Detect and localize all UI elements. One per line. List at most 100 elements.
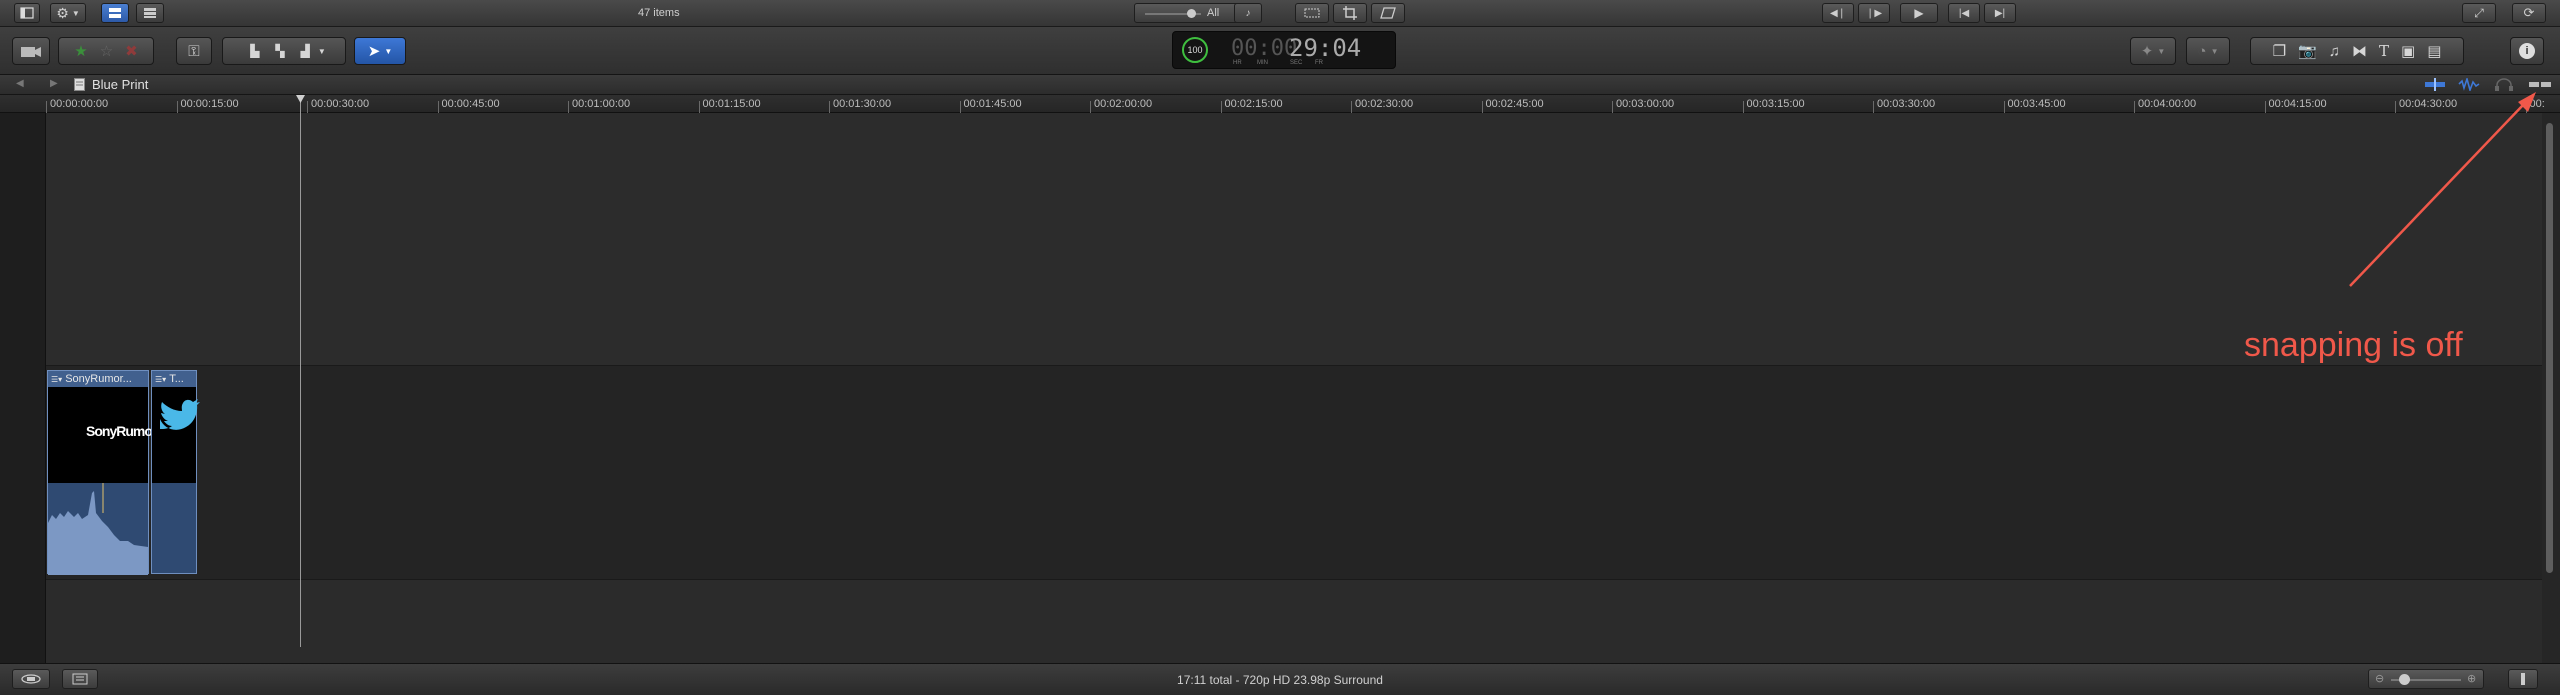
enhancements-button[interactable]: ✦ ▼ — [2130, 37, 2176, 65]
ruler-label: 00:00:15:00 — [180, 98, 239, 110]
fullscreen-button[interactable]: ⤢ — [2462, 3, 2496, 23]
unit-min: MIN — [1257, 60, 1268, 66]
ruler-tick — [1090, 101, 1091, 113]
filmstrip-view-button[interactable] — [136, 3, 164, 23]
favorite-star-icon[interactable]: ★ — [74, 42, 87, 60]
play-icon: ▶ — [1914, 6, 1924, 20]
slider-knob[interactable] — [1187, 9, 1196, 18]
ruler-tick — [698, 101, 700, 113]
ruler-tick — [1351, 101, 1352, 113]
zoom-in-icon[interactable]: ⊕ — [2467, 672, 2476, 685]
ruler-label: 00:00:30:00 — [311, 98, 370, 110]
clip-twitter[interactable]: ☰▾ T... — [151, 370, 200, 574]
clip-sonyrumors[interactable]: ☰▾ SonyRumor... SonyRumo — [47, 370, 153, 575]
back-arrow-icon[interactable]: ◀ — [16, 78, 24, 89]
clip-video-thumbnail: SonyRumo — [48, 387, 153, 483]
photo-camera-icon[interactable]: 📷 — [2298, 42, 2317, 60]
dashboard-timecode[interactable]: 100 00:00 29:04 HR MIN SEC FR — [1172, 31, 1396, 69]
media-browser-buttons[interactable]: ❐ 📷 ♫ ⧓ T ▣ ▤ — [2250, 37, 2464, 65]
ruler-tick — [437, 101, 439, 113]
arrow-pointer-icon: ➤ — [367, 43, 381, 60]
audio-icon: ♪ — [1245, 7, 1251, 19]
skimmer-audio-button[interactable]: ♪ — [1234, 3, 1262, 23]
play-reverse-button[interactable]: ◀❘ — [1822, 3, 1854, 23]
unit-fr: FR — [1315, 60, 1323, 66]
project-name[interactable]: Blue Print — [92, 77, 148, 92]
import-media-button[interactable] — [12, 37, 50, 65]
filmstrip-view-icon — [109, 8, 121, 18]
timeline-left-gutter — [0, 113, 46, 663]
ruler-label: 00:02:15:00 — [1224, 98, 1283, 110]
ruler-tick — [829, 101, 830, 113]
generators-icon[interactable]: ▣ — [2401, 42, 2415, 60]
chevron-down-icon[interactable]: ▼ — [318, 47, 326, 56]
go-to-end-button[interactable]: ▶| — [1984, 3, 2016, 23]
music-note-icon[interactable]: ♫ — [2329, 43, 2340, 60]
insert-clip-icon[interactable]: ▚ — [275, 44, 284, 58]
titles-icon[interactable]: T — [2379, 42, 2389, 60]
clip-appearance-button[interactable] — [2508, 669, 2538, 689]
unit-sec: SEC — [1290, 60, 1303, 66]
zoom-control[interactable]: ⊖ ⊕ — [2368, 669, 2484, 689]
skip-back-icon: |◀ — [1958, 7, 1970, 19]
action-menu-button[interactable]: ⚙ ▼ — [50, 3, 86, 23]
library-toggle-button[interactable] — [14, 3, 40, 23]
ruler-label: 00:03:00:00 — [1616, 98, 1675, 110]
zoom-out-icon[interactable]: ⊖ — [2375, 672, 2384, 685]
ruler-tick — [1220, 101, 1222, 113]
select-tool-button[interactable]: ➤ ▼ — [354, 37, 406, 65]
waveform-graphic — [48, 483, 148, 575]
distort-button[interactable] — [1371, 3, 1405, 23]
project-document-icon — [74, 78, 85, 91]
sidebar-icon — [20, 7, 34, 19]
clip-title-bar: ☰▾ SonyRumor... — [48, 371, 148, 387]
ruler-tick — [2264, 101, 2266, 113]
go-to-start-button[interactable]: |◀ — [1948, 3, 1980, 23]
loop-button[interactable]: ⟳ — [2512, 3, 2546, 23]
zoom-slider-knob[interactable] — [2399, 674, 2410, 685]
timeline-header: ◀ ▶ Blue Print — [0, 75, 2560, 95]
inspector-button[interactable]: i — [2510, 37, 2544, 65]
gear-icon: ⚙ — [56, 4, 69, 21]
skip-forward-icon: ▶| — [1994, 7, 2006, 19]
step-forward-icon: ❘▶ — [1865, 7, 1883, 19]
list-view-icon — [144, 8, 156, 18]
play-forward-button[interactable]: ❘▶ — [1858, 3, 1890, 23]
play-button[interactable]: ▶ — [1900, 3, 1938, 23]
ruler-tick — [568, 101, 569, 113]
retime-button[interactable]: ◔ ▼ — [2186, 37, 2230, 65]
clip-audio-waveform — [48, 483, 148, 575]
append-clip-icon[interactable]: ▟ — [301, 44, 310, 58]
timeline-ruler[interactable]: 00:00:00:00 00:00:15:00 00:00:30:00 00:00:4… — [0, 95, 2560, 113]
unrate-star-icon[interactable]: ☆ — [100, 42, 113, 60]
reject-x-icon[interactable]: ✖ — [125, 42, 138, 60]
ruler-label: 00:04:15:00 — [2268, 98, 2327, 110]
filter-label: All — [1207, 7, 1220, 19]
crop-button[interactable] — [1333, 3, 1367, 23]
transitions-icon[interactable]: ⧓ — [2352, 42, 2367, 60]
keyword-editor-button[interactable]: ⚿ — [176, 37, 212, 65]
connected-clips-area[interactable] — [46, 113, 2542, 366]
forward-arrow-icon[interactable]: ▶ — [50, 78, 58, 89]
audio-clips-area[interactable] — [46, 579, 2542, 663]
browser-bar: ⚙ ▼ 47 items All ♪ ◀❘ ❘▶ ▶ |◀ ▶| ⤢ ⟳ — [0, 0, 2560, 27]
loop-icon: ⟳ — [2523, 5, 2535, 20]
clip-menu-icon: ☰▾ — [51, 375, 63, 384]
annotation-arrow — [2349, 92, 2536, 287]
background-tasks-indicator[interactable]: 100 — [1182, 37, 1208, 63]
primary-storyline[interactable]: ☰▾ SonyRumor... SonyRumo ☰▾ T... — [46, 366, 2542, 579]
timecode-large: 29:04 — [1289, 34, 1362, 62]
ruler-tick — [1873, 101, 1874, 113]
clip-appearance-control[interactable]: All — [1134, 3, 1246, 23]
ruler-label: 00:00:45:00 — [441, 98, 500, 110]
themes-icon[interactable]: ▤ — [2427, 42, 2441, 60]
playhead[interactable] — [296, 95, 305, 647]
rating-buttons[interactable]: ★ ☆ ✖ — [58, 37, 154, 65]
camera-import-icon — [21, 47, 41, 57]
effects-icon[interactable]: ❐ — [2273, 42, 2286, 60]
unit-hr: HR — [1233, 60, 1242, 66]
edit-mode-buttons[interactable]: ▙ ▚ ▟ ▼ — [222, 37, 346, 65]
list-view-button[interactable] — [101, 3, 129, 23]
transform-button[interactable] — [1295, 3, 1329, 23]
connect-clip-icon[interactable]: ▙ — [250, 44, 259, 58]
